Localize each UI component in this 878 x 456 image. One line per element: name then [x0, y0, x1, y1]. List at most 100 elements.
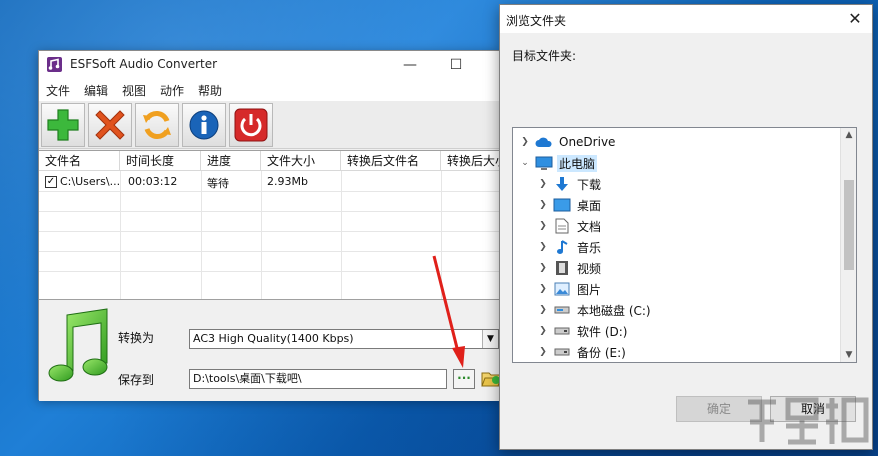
- audio-converter-window: ESFSoft Audio Converter — ☐ 文件 编辑 视图 动作 …: [38, 50, 502, 401]
- app-titlebar: ESFSoft Audio Converter — ☐: [39, 51, 499, 79]
- power-icon: [234, 108, 268, 142]
- maximize-button[interactable]: ☐: [441, 55, 471, 75]
- chevron-right-icon[interactable]: ❯: [537, 305, 549, 315]
- x-icon: [95, 110, 125, 140]
- add-file-button[interactable]: [41, 103, 85, 147]
- grid-line: [39, 231, 501, 232]
- cell-filename[interactable]: C:\Users\...: [60, 175, 120, 188]
- tree-item-videos[interactable]: ❯ 视频: [537, 258, 603, 278]
- drive-icon: [553, 344, 571, 360]
- tree-item-drive-d[interactable]: ❯ 软件 (D:): [537, 321, 629, 341]
- chevron-right-icon[interactable]: ❯: [537, 179, 549, 189]
- browse-folder-button[interactable]: ···: [453, 369, 475, 389]
- chevron-right-icon[interactable]: ❯: [537, 200, 549, 210]
- tree-label: 文档: [577, 219, 602, 234]
- toolbar: [39, 101, 499, 149]
- dialog-title: 浏览文件夹: [506, 14, 567, 28]
- tree-label: 桌面: [577, 198, 602, 213]
- dialog-titlebar: 浏览文件夹 ✕: [500, 5, 872, 33]
- exit-button[interactable]: [229, 103, 273, 147]
- desktop-icon: [553, 197, 571, 213]
- grid-line: [39, 271, 501, 272]
- tree-label: 备份 (E:): [577, 345, 626, 360]
- drive-icon: [553, 323, 571, 339]
- chevron-right-icon[interactable]: ❯: [537, 284, 549, 294]
- column-header-progress[interactable]: 进度: [201, 151, 261, 171]
- output-settings-panel: 转换为 AC3 High Quality(1400 Kbps) ▼ 保存到 D:…: [39, 301, 502, 401]
- tree-item-downloads[interactable]: ❯ 下载: [537, 174, 603, 194]
- cell-size: 2.93Mb: [267, 175, 308, 188]
- chevron-right-icon[interactable]: ❯: [537, 326, 549, 336]
- convert-button[interactable]: [135, 103, 179, 147]
- menu-view[interactable]: 视图: [122, 82, 146, 99]
- grid-line: [39, 251, 501, 252]
- format-value: AC3 High Quality(1400 Kbps): [193, 332, 354, 345]
- document-icon: [553, 218, 571, 234]
- tree-label: 本地磁盘 (C:): [577, 303, 651, 318]
- info-button[interactable]: [182, 103, 226, 147]
- grid-line: [39, 191, 501, 192]
- chevron-right-icon[interactable]: ❯: [537, 221, 549, 231]
- tree-item-drive-c[interactable]: ❯ 本地磁盘 (C:): [537, 300, 653, 320]
- refresh-icon: [143, 111, 171, 139]
- download-icon: [553, 176, 571, 192]
- close-button[interactable]: ✕: [844, 8, 866, 30]
- convert-to-label: 转换为: [118, 331, 155, 345]
- video-icon: [553, 260, 571, 276]
- chevron-right-icon[interactable]: ❯: [537, 347, 549, 357]
- tree-label: 视频: [577, 261, 602, 276]
- app-title: ESFSoft Audio Converter: [70, 57, 218, 71]
- column-header-size[interactable]: 文件大小: [261, 151, 341, 171]
- app-logo-icon: [47, 57, 62, 72]
- tree-item-documents[interactable]: ❯ 文档: [537, 216, 603, 236]
- tree-scrollbar[interactable]: ▲ ▼: [840, 128, 856, 362]
- chevron-up-icon[interactable]: ▲: [841, 128, 856, 142]
- cell-duration: 00:03:12: [128, 175, 178, 188]
- save-path-field[interactable]: D:\tools\桌面\下载吧\: [189, 369, 447, 389]
- music-note-icon: [48, 308, 108, 382]
- cloud-icon: [535, 134, 553, 150]
- tree-item-music[interactable]: ❯ 音乐: [537, 237, 603, 257]
- chevron-down-icon[interactable]: ⌄: [519, 158, 531, 168]
- tree-label: OneDrive: [559, 135, 616, 149]
- column-header-output-size[interactable]: 转换后大小: [441, 151, 501, 171]
- file-list: 文件名 时间长度 进度 文件大小 转换后文件名 转换后大小 ✓ C:\Users…: [39, 150, 501, 300]
- tree-label: 此电脑: [557, 154, 598, 172]
- chevron-right-icon[interactable]: ❯: [537, 263, 549, 273]
- save-to-label: 保存到: [118, 373, 155, 387]
- picture-icon: [553, 281, 571, 297]
- chevron-down-icon[interactable]: ▼: [482, 330, 498, 348]
- menu-help[interactable]: 帮助: [198, 82, 222, 99]
- grid-line: [39, 211, 501, 212]
- tree-item-drive-e[interactable]: ❯ 备份 (E:): [537, 342, 628, 362]
- folder-tree: ❯ OneDrive ⌄ 此电脑 ❯ 下载 ❯ 桌面 ❯ 文档 ❯ 音乐 ❯ 视…: [512, 127, 857, 363]
- remove-file-button[interactable]: [88, 103, 132, 147]
- computer-icon: [535, 155, 553, 171]
- menu-file[interactable]: 文件: [46, 82, 70, 99]
- target-folder-label: 目标文件夹:: [512, 49, 577, 63]
- browse-folder-dialog: 浏览文件夹 ✕ 目标文件夹: ❯ OneDrive ⌄ 此电脑 ❯ 下载 ❯ 桌…: [499, 4, 873, 450]
- menu-bar: 文件 编辑 视图 动作 帮助: [39, 79, 499, 101]
- column-header-filename[interactable]: 文件名: [39, 151, 120, 171]
- row-checkbox[interactable]: ✓: [45, 176, 57, 188]
- column-header-duration[interactable]: 时间长度: [120, 151, 201, 171]
- chevron-right-icon[interactable]: ❯: [537, 242, 549, 252]
- chevron-right-icon[interactable]: ❯: [519, 137, 531, 147]
- menu-action[interactable]: 动作: [160, 82, 184, 99]
- tree-item-onedrive[interactable]: ❯ OneDrive: [519, 132, 617, 152]
- tree-label: 软件 (D:): [577, 324, 628, 339]
- watermark-logo: [748, 397, 869, 445]
- music-icon: [553, 239, 571, 255]
- format-select[interactable]: AC3 High Quality(1400 Kbps) ▼: [189, 329, 499, 349]
- tree-label: 音乐: [577, 240, 602, 255]
- tree-label: 图片: [577, 282, 602, 297]
- scrollbar-thumb[interactable]: [844, 180, 854, 270]
- minimize-button[interactable]: —: [395, 55, 425, 75]
- chevron-down-icon[interactable]: ▼: [841, 348, 856, 362]
- tree-item-pictures[interactable]: ❯ 图片: [537, 279, 603, 299]
- cell-progress: 等待: [207, 177, 229, 190]
- tree-item-desktop[interactable]: ❯ 桌面: [537, 195, 603, 215]
- menu-edit[interactable]: 编辑: [84, 82, 108, 99]
- tree-item-this-pc[interactable]: ⌄ 此电脑: [519, 153, 598, 173]
- column-header-output-name[interactable]: 转换后文件名: [341, 151, 441, 171]
